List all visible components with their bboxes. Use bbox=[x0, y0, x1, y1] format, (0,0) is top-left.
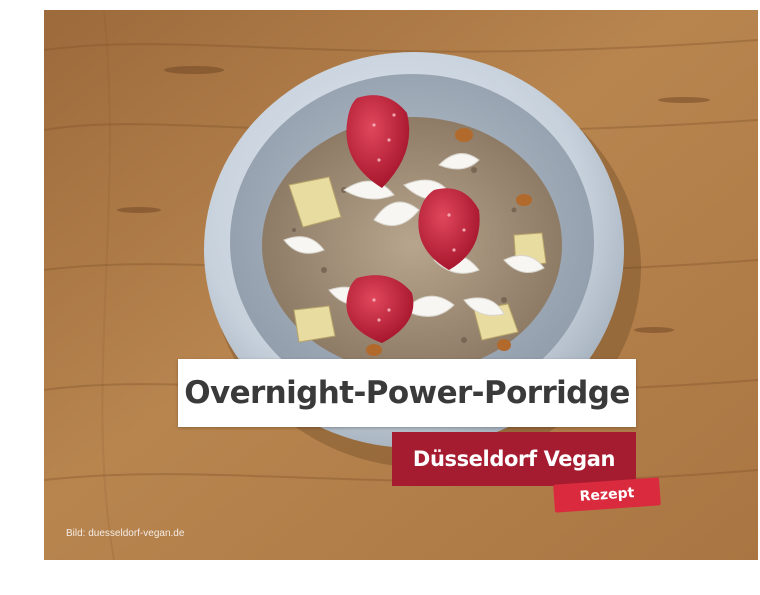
recipe-title-card: Overnight-Power-Porridge bbox=[178, 359, 636, 427]
brand-banner: Düsseldorf Vegan bbox=[392, 432, 636, 486]
photo-credit: Bild: duesseldorf-vegan.de bbox=[66, 528, 185, 539]
recipe-title: Overnight-Power-Porridge bbox=[184, 375, 630, 411]
brand-name: Düsseldorf Vegan bbox=[412, 447, 616, 471]
recipe-tag-label: Rezept bbox=[579, 485, 635, 505]
recipe-image: Overnight-Power-Porridge Düsseldorf Vega… bbox=[0, 0, 760, 595]
